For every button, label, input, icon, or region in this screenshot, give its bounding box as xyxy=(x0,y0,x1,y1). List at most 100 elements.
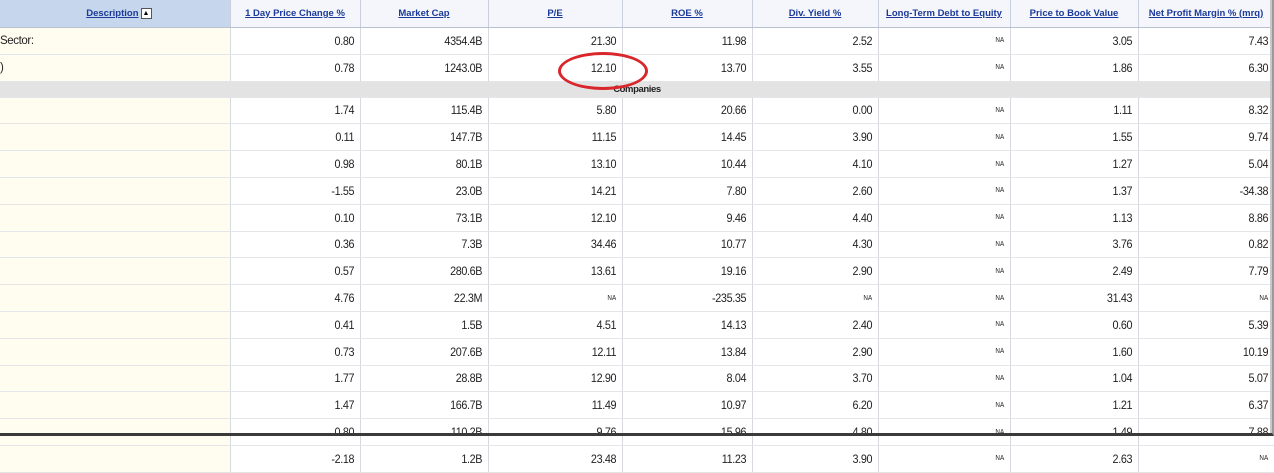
cell-lt_debt: NA xyxy=(891,123,1011,152)
sort-arrow-icon[interactable]: ▲ xyxy=(140,7,152,19)
cell-roe: 10.77 xyxy=(635,231,753,259)
cell-div_yield: 2.90 xyxy=(764,338,879,366)
company-row[interactable]: 0.41 1.5B 4.51 14.13 2.40 NA 0.60 5.39 xyxy=(0,311,1274,339)
cell-div_yield: 2.52 xyxy=(764,27,879,55)
cell-price_change: 1.47 xyxy=(243,391,361,420)
cell-net_margin: 7.88 xyxy=(1151,418,1274,446)
sort-link-roe[interactable]: ROE % xyxy=(671,8,703,19)
cell-price_change: 0.10 xyxy=(243,204,361,232)
cell-div_yield: NA xyxy=(764,284,879,312)
cell-lt_debt: NA xyxy=(891,204,1011,232)
cell-net_margin: 5.04 xyxy=(1151,150,1274,178)
cell-roe: 8.04 xyxy=(635,365,753,393)
cell-roe: 14.13 xyxy=(635,311,753,339)
cell-price_change: 0.57 xyxy=(243,257,361,286)
cell-net_margin: 10.19 xyxy=(1151,338,1274,366)
cell-roe: 19.16 xyxy=(635,257,753,286)
company-row[interactable]: -2.18 1.2B 23.48 11.23 3.90 NA 2.63 NA xyxy=(0,445,1274,473)
companies-band: Companies xyxy=(0,81,1274,98)
cell-roe: 7.80 xyxy=(635,177,753,205)
company-row[interactable]: 1.47 166.7B 11.49 10.97 6.20 NA 1.21 6.37 xyxy=(0,391,1274,420)
cell-roe: 13.70 xyxy=(635,54,753,82)
cell-div_yield: 3.70 xyxy=(764,365,879,393)
cell-lt_debt: NA xyxy=(891,284,1011,312)
cell-net_margin: NA xyxy=(1151,284,1274,312)
row-description xyxy=(0,257,231,286)
cell-market_cap: 1.2B xyxy=(372,445,489,473)
company-row[interactable]: 0.11 147.7B 11.15 14.45 3.90 NA 1.55 9.74 xyxy=(0,123,1274,152)
sort-link-price_book[interactable]: Price to Book Value xyxy=(1030,8,1119,19)
cell-price_change: 1.74 xyxy=(243,97,361,125)
company-row[interactable]: 0.36 7.3B 34.46 10.77 4.30 NA 3.76 0.82 xyxy=(0,231,1274,259)
cell-lt_debt: NA xyxy=(891,391,1011,420)
screener-table-view: Description ▲ 1 Day Price Change % Market C… xyxy=(0,0,1274,473)
cell-lt_debt: NA xyxy=(891,365,1011,393)
cell-market_cap: 280.6B xyxy=(372,257,489,286)
row-description xyxy=(0,204,231,232)
row-description xyxy=(0,123,231,152)
company-row[interactable]: 0.10 73.1B 12.10 9.46 4.40 NA 1.13 8.86 xyxy=(0,204,1274,232)
cell-lt_debt: NA xyxy=(891,311,1011,339)
company-row[interactable]: 1.77 28.8B 12.90 8.04 3.70 NA 1.04 5.07 xyxy=(0,365,1274,393)
cell-price_book: 31.43 xyxy=(1022,284,1139,312)
row-description xyxy=(0,391,231,420)
col-header-pe: P/E xyxy=(488,0,623,28)
cell-roe: 10.44 xyxy=(635,150,753,178)
cell-div_yield: 3.90 xyxy=(764,445,879,473)
cell-pe: 11.15 xyxy=(501,123,623,152)
company-row[interactable]: 0.73 207.6B 12.11 13.84 2.90 NA 1.60 10.19 xyxy=(0,338,1274,366)
cell-price_change: 1.77 xyxy=(243,365,361,393)
cell-price_book: 3.05 xyxy=(1022,27,1139,55)
cell-roe: 15.96 xyxy=(635,418,753,446)
cell-pe: 4.51 xyxy=(501,311,623,339)
col-header-price_change: 1 Day Price Change % xyxy=(230,0,361,28)
sort-link-pe[interactable]: P/E xyxy=(547,8,562,19)
companies-label: Companies xyxy=(0,81,1274,98)
cell-pe: 9.76 xyxy=(501,418,623,446)
sort-link-description[interactable]: Description xyxy=(86,8,138,19)
company-row[interactable]: -1.55 23.0B 14.21 7.80 2.60 NA 1.37 -34.38 xyxy=(0,177,1274,205)
cell-market_cap: 80.1B xyxy=(372,150,489,178)
cell-price_book: 1.04 xyxy=(1022,365,1139,393)
cell-market_cap: 1.5B xyxy=(372,311,489,339)
sort-link-div_yield[interactable]: Div. Yield % xyxy=(789,8,842,19)
cell-pe: 21.30 xyxy=(501,27,623,55)
cell-div_yield: 0.00 xyxy=(764,97,879,125)
company-row[interactable]: 0.80 110.2B 9.76 15.96 4.80 NA 1.49 7.88 xyxy=(0,418,1274,446)
cell-pe: 23.48 xyxy=(501,445,623,473)
sector-row[interactable]: ) 0.78 1243.0B 12.10 13.70 3.55 NA 1.86 6.30 xyxy=(0,54,1274,82)
row-description xyxy=(0,445,231,473)
company-row[interactable]: 1.74 115.4B 5.80 20.66 0.00 NA 1.11 8.32 xyxy=(0,97,1274,125)
col-header-roe: ROE % xyxy=(622,0,753,28)
cell-net_margin: 5.39 xyxy=(1151,311,1274,339)
cell-price_book: 1.86 xyxy=(1022,54,1139,82)
cell-net_margin: 0.82 xyxy=(1151,231,1274,259)
cell-price_book: 1.13 xyxy=(1022,204,1139,232)
cell-roe: 9.46 xyxy=(635,204,753,232)
cell-net_margin: 9.74 xyxy=(1151,123,1274,152)
sector-row[interactable]: Sector: 0.80 4354.4B 21.30 11.98 2.52 NA 3.05 7.… xyxy=(0,27,1274,55)
row-description xyxy=(0,150,231,178)
cell-lt_debt: NA xyxy=(891,231,1011,259)
sort-link-lt_debt[interactable]: Long-Term Debt to Equity xyxy=(886,8,1002,19)
cell-price_change: -2.18 xyxy=(243,445,361,473)
scrollbar[interactable] xyxy=(1270,0,1274,436)
cell-price_book: 1.60 xyxy=(1022,338,1139,366)
sort-link-market_cap[interactable]: Market Cap xyxy=(398,8,449,19)
cell-price_change: 0.73 xyxy=(243,338,361,366)
cell-lt_debt: NA xyxy=(891,150,1011,178)
cell-div_yield: 6.20 xyxy=(764,391,879,420)
sort-link-price_change[interactable]: 1 Day Price Change % xyxy=(245,8,345,19)
row-description xyxy=(0,231,231,259)
cell-net_margin: 7.79 xyxy=(1151,257,1274,286)
company-row[interactable]: 0.98 80.1B 13.10 10.44 4.10 NA 1.27 5.04 xyxy=(0,150,1274,178)
cell-price_change: 0.41 xyxy=(243,311,361,339)
company-row[interactable]: 4.76 22.3M NA -235.35 NA NA 31.43 NA xyxy=(0,284,1274,312)
row-description: Sector: xyxy=(0,27,231,55)
cell-roe: 11.98 xyxy=(635,27,753,55)
cell-pe: 13.10 xyxy=(501,150,623,178)
cell-lt_debt: NA xyxy=(891,54,1011,82)
sort-link-net_margin[interactable]: Net Profit Margin % (mrq) xyxy=(1149,8,1264,19)
company-row[interactable]: 0.57 280.6B 13.61 19.16 2.90 NA 2.49 7.79 xyxy=(0,257,1274,286)
cell-lt_debt: NA xyxy=(891,418,1011,446)
